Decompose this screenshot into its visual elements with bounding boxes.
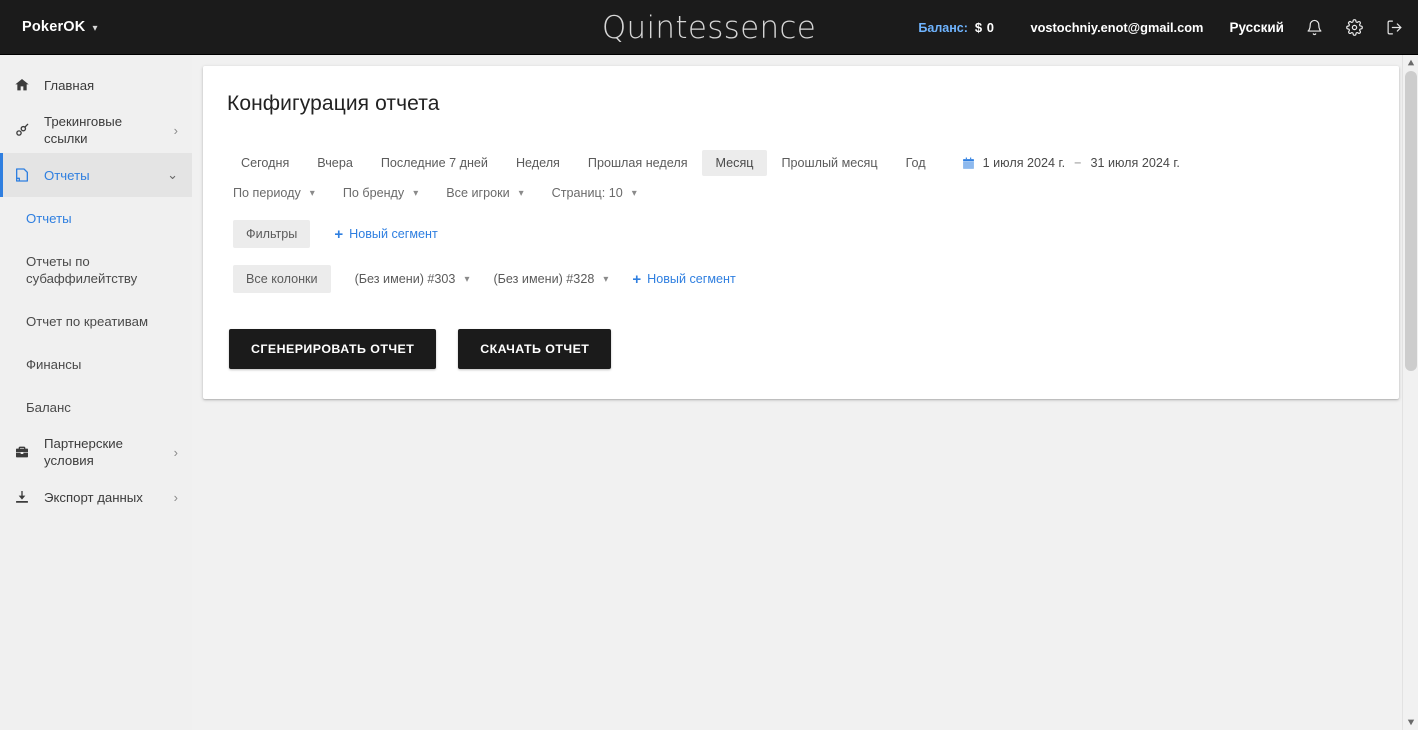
report-page-icon <box>0 167 44 183</box>
generate-report-button[interactable]: СГЕНЕРИРОВАТЬ ОТЧЕТ <box>229 329 437 369</box>
new-filter-segment-button[interactable]: + Новый сегмент <box>334 227 437 242</box>
sidebar-item-label: Отчеты <box>44 167 90 183</box>
date-range-separator: − <box>1074 156 1082 170</box>
new-segment-label: Новый сегмент <box>647 272 736 286</box>
language-selector[interactable]: Русский <box>1229 20 1284 35</box>
period-tab-month[interactable]: Месяц <box>701 150 768 176</box>
top-bar-right: Баланс: $ 0 vostochniy.enot@gmail.com Ру… <box>918 0 1404 55</box>
period-tab-week[interactable]: Неделя <box>502 150 574 176</box>
period-tab-bar: Сегодня Вчера Последние 7 дней Неделя Пр… <box>227 150 1375 176</box>
grouping-dropdown-bar: По периоду ▾ По бренду ▾ Все игроки ▾ Ст… <box>227 186 1375 200</box>
page-scrollbar[interactable] <box>1402 55 1418 730</box>
app-root: PokerOK ▾ Quintessence Баланс: $ 0 vosto… <box>0 0 1418 730</box>
sidebar-subitem-label: Баланс <box>26 400 71 415</box>
period-tab-last-7-days[interactable]: Последние 7 дней <box>367 150 502 176</box>
link-icon <box>0 122 44 138</box>
date-range-picker[interactable]: 1 июля 2024 г. − 31 июля 2024 г. <box>962 156 1180 170</box>
all-columns-chip[interactable]: Все колонки <box>233 265 331 293</box>
calendar-icon <box>962 157 975 170</box>
app-logo-text: Quintessence <box>601 9 817 46</box>
sidebar-subitem-label: Отчеты <box>26 211 72 226</box>
plus-icon: + <box>632 270 642 288</box>
sidebar-subitem-balance[interactable]: Баланс <box>0 386 192 429</box>
scrollbar-up-arrow-icon[interactable] <box>1403 55 1418 71</box>
chevron-right-icon: › <box>173 444 178 460</box>
top-bar: PokerOK ▾ Quintessence Баланс: $ 0 vosto… <box>0 0 1418 55</box>
period-tab-today[interactable]: Сегодня <box>227 150 303 176</box>
gear-icon[interactable] <box>1344 18 1364 38</box>
user-email[interactable]: vostochniy.enot@gmail.com <box>1030 20 1203 35</box>
brand-label: PokerOK <box>22 19 86 35</box>
sidebar-item-partner-terms[interactable]: Партнерские условия › <box>0 429 192 475</box>
chevron-right-icon: › <box>173 489 178 505</box>
page-title: Конфигурация отчета <box>227 92 440 115</box>
columns-segment-bar: Все колонки (Без имени) #303 ▾ (Без имен… <box>227 265 1375 293</box>
segment-label: (Без имени) #328 <box>493 272 595 286</box>
report-configuration-card: Конфигурация отчета Сегодня Вчера Послед… <box>203 66 1399 399</box>
sidebar-item-tracking-links[interactable]: Трекинговые ссылки › <box>0 107 192 153</box>
sidebar-item-reports[interactable]: Отчеты ⌄ <box>0 153 192 197</box>
segment-label: (Без имени) #303 <box>354 272 456 286</box>
dropdown-by-brand[interactable]: По бренду ▾ <box>343 186 418 200</box>
sidebar-subitem-subaffiliate-reports[interactable]: Отчеты по субаффилейтству <box>0 240 192 300</box>
period-tab-yesterday[interactable]: Вчера <box>303 150 367 176</box>
sidebar-subitem-label: Финансы <box>26 357 82 372</box>
date-range-end: 31 июля 2024 г. <box>1090 156 1180 170</box>
chevron-down-icon: ▾ <box>518 187 524 199</box>
sidebar-item-data-export[interactable]: Экспорт данных › <box>0 475 192 519</box>
scrollbar-down-arrow-icon[interactable] <box>1403 714 1418 730</box>
briefcase-icon <box>0 444 44 460</box>
download-report-button[interactable]: СКАЧАТЬ ОТЧЕТ <box>458 329 612 369</box>
period-tab-last-week[interactable]: Прошлая неделя <box>574 150 702 176</box>
sidebar-item-label: Экспорт данных <box>44 489 143 505</box>
bell-icon[interactable] <box>1304 18 1324 38</box>
sidebar-subitem-finances[interactable]: Финансы <box>0 343 192 386</box>
dropdown-label: Страниц: 10 <box>551 186 623 200</box>
sidebar-item-label: Главная <box>44 77 95 93</box>
chevron-down-icon: ▾ <box>603 273 609 285</box>
sidebar-subitem-label: Отчеты по субаффилейтству <box>26 254 138 286</box>
sidebar: Главная Трекинговые ссылки › Отчеты ⌄ От… <box>0 55 192 730</box>
dropdown-all-players[interactable]: Все игроки ▾ <box>446 186 523 200</box>
sidebar-subitem-label: Отчет по креативам <box>26 314 149 329</box>
download-icon <box>0 489 44 505</box>
dropdown-pages-count[interactable]: Страниц: 10 ▾ <box>552 186 637 200</box>
chevron-down-icon: ▾ <box>413 187 419 199</box>
balance-label: Баланс: <box>918 20 968 35</box>
plus-icon: + <box>334 225 344 243</box>
date-range-start: 1 июля 2024 г. <box>982 156 1066 170</box>
dropdown-label: По периоду <box>233 186 301 200</box>
home-icon <box>0 77 44 93</box>
chevron-down-icon: ▾ <box>464 273 470 285</box>
sidebar-subitem-creatives-report[interactable]: Отчет по креативам <box>0 300 192 343</box>
sidebar-item-home[interactable]: Главная <box>0 63 192 107</box>
filters-segment-bar: Фильтры + Новый сегмент <box>227 220 1375 248</box>
column-segment-303[interactable]: (Без имени) #303 ▾ <box>355 272 470 286</box>
action-button-bar: СГЕНЕРИРОВАТЬ ОТЧЕТ СКАЧАТЬ ОТЧЕТ <box>227 329 1375 369</box>
chevron-down-icon: ▾ <box>631 187 637 199</box>
dropdown-label: Все игроки <box>446 186 510 200</box>
period-tab-last-month[interactable]: Прошлый месяц <box>767 150 891 176</box>
brand-selector[interactable]: PokerOK ▾ <box>22 19 98 35</box>
column-segment-328[interactable]: (Без имени) #328 ▾ <box>493 272 608 286</box>
balance-value: $ 0 <box>974 20 995 35</box>
sidebar-item-label: Трекинговые ссылки <box>44 114 123 146</box>
chevron-right-icon: › <box>173 122 178 138</box>
dropdown-by-period[interactable]: По периоду ▾ <box>233 186 315 200</box>
sidebar-subitem-reports[interactable]: Отчеты <box>0 197 192 240</box>
scrollbar-thumb[interactable] <box>1405 71 1417 371</box>
chevron-down-icon: ▾ <box>92 22 98 34</box>
chevron-down-icon: ▾ <box>309 187 315 199</box>
new-segment-label: Новый сегмент <box>349 227 438 241</box>
new-column-segment-button[interactable]: + Новый сегмент <box>632 272 735 287</box>
logout-icon[interactable] <box>1384 18 1404 38</box>
main-content: Конфигурация отчета Сегодня Вчера Послед… <box>192 55 1410 730</box>
sidebar-item-label: Партнерские условия <box>44 436 123 468</box>
dropdown-label: По бренду <box>342 186 405 200</box>
filters-chip[interactable]: Фильтры <box>233 220 311 248</box>
period-tab-year[interactable]: Год <box>892 150 940 176</box>
chevron-down-icon: ⌄ <box>167 167 178 182</box>
